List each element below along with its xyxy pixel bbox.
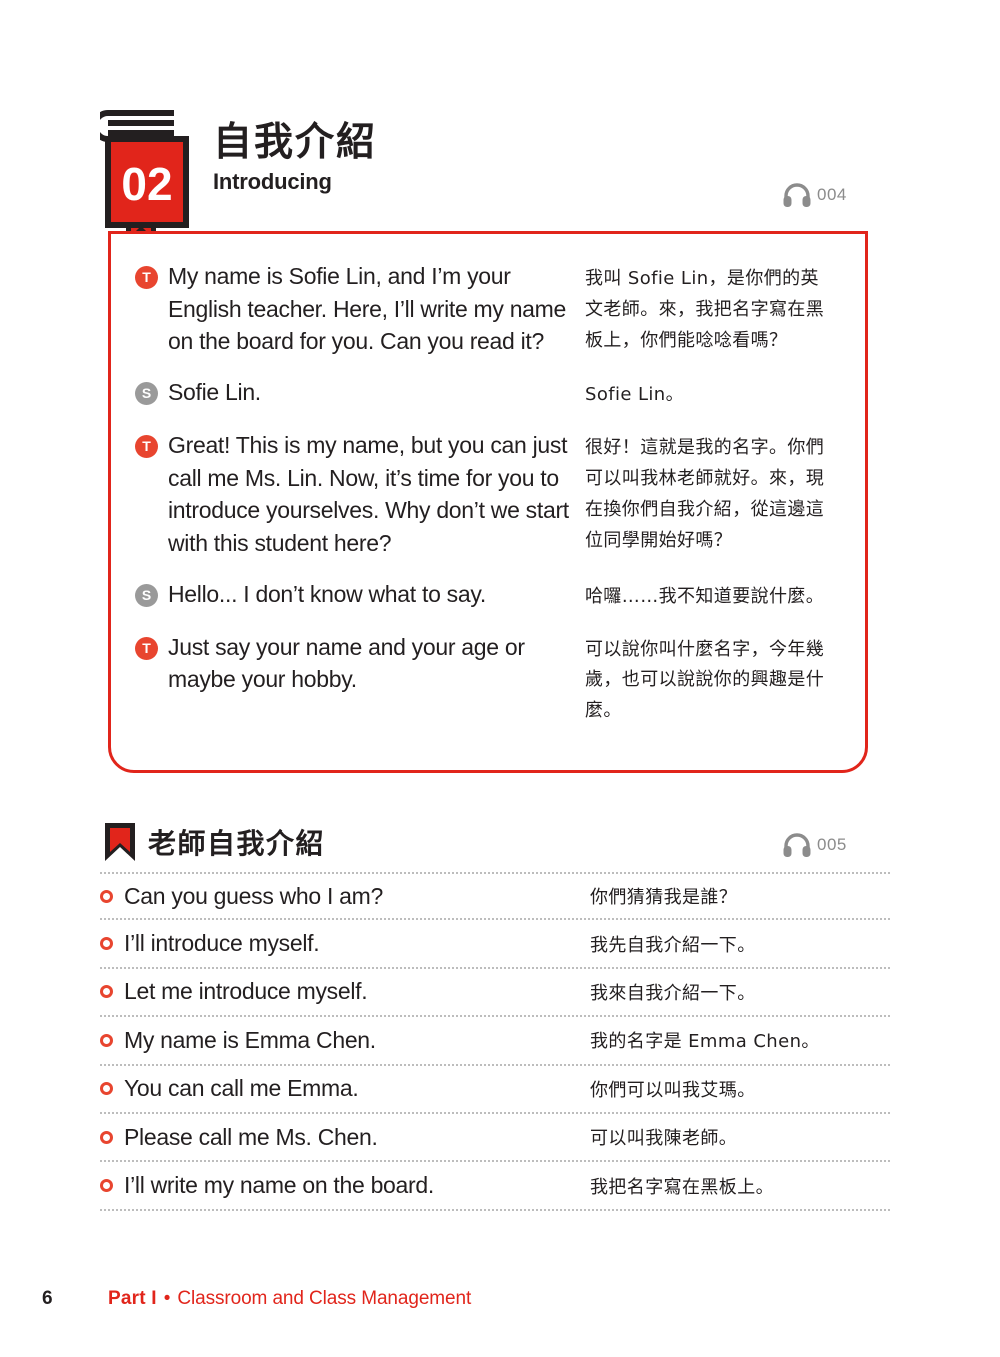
- dialogue-row: S Sofie Lin. Sofie Lin。: [135, 376, 843, 411]
- ring-bullet-icon: [100, 985, 113, 999]
- bookmark-icon: [102, 820, 138, 869]
- speaker-badge-student: S: [135, 381, 158, 405]
- chapter-title-zh: 自我介紹: [213, 120, 378, 165]
- dialogue-english: Just say your name and your age or maybe…: [168, 633, 525, 693]
- section-header: 老師自我介紹: [100, 820, 890, 870]
- page-footer: 6 Part I • Classroom and Class Managemen…: [42, 1288, 471, 1310]
- phrase-english: You can call me Emma.: [124, 1075, 359, 1102]
- footer-part-title: Classroom and Class Management: [177, 1288, 472, 1309]
- document-page: 02 自我介紹 Introducing 004 T My name is Sof…: [0, 0, 1000, 1357]
- ring-bullet-icon: [100, 937, 113, 951]
- dialogue-english: Sofie Lin.: [168, 378, 261, 405]
- footer-separator: •: [163, 1288, 171, 1309]
- headphone-icon: [783, 183, 811, 207]
- headphone-icon: [783, 833, 811, 857]
- chapter-header: 02 自我介紹 Introducing: [92, 105, 890, 248]
- phrase-chinese: 你們猜猜我是誰？: [590, 887, 738, 909]
- footer-page-number: 6: [42, 1288, 53, 1309]
- list-item: Let me introduce myself. 我來自我介紹一下。: [100, 969, 890, 1018]
- list-item: Can you guess who I am? 你們猜猜我是誰？: [100, 872, 890, 921]
- dialogue-row: T Great! This is my name, but you can ju…: [135, 429, 843, 560]
- dialogue-chinese: 可以說你叫什麼名字，今年幾歲，也可以說說你的興趣是什麼。: [585, 638, 825, 722]
- speaker-badge-teacher: T: [135, 434, 158, 458]
- list-item: You can call me Emma. 你們可以叫我艾瑪。: [100, 1066, 890, 1114]
- dialogue-english: Great! This is my name, but you can just…: [168, 431, 569, 556]
- phrase-chinese: 可以叫我陳老師。: [590, 1128, 738, 1150]
- footer-part-label: Part I: [108, 1288, 157, 1309]
- chapter-number-text: 02: [121, 158, 172, 210]
- audio-badge-004[interactable]: 004: [782, 182, 847, 208]
- phrase-english: My name is Emma Chen.: [124, 1026, 376, 1053]
- dialogue-english: Hello... I don’t know what to say.: [168, 580, 486, 607]
- chapter-title-block: 自我介紹 Introducing: [213, 121, 377, 195]
- list-item: I’ll write my name on the board. 我把名字寫在黑…: [100, 1162, 890, 1211]
- dialogue-row: T My name is Sofie Lin, and I’m your Eng…: [135, 260, 843, 358]
- dialogue-english: My name is Sofie Lin, and I’m your Engli…: [168, 263, 567, 355]
- ring-bullet-icon: [100, 1082, 113, 1096]
- ring-bullet-icon: [100, 1033, 113, 1047]
- dialogue-row: S Hello... I don’t know what to say. 哈囉……: [135, 578, 843, 613]
- audio-track-number: 005: [817, 835, 847, 854]
- dialogue-chinese: 我叫 Sofie Lin，是你們的英文老師。來，我把名字寫在黑板上，你們能唸唸看…: [585, 268, 825, 351]
- audio-badge-005[interactable]: 005: [782, 832, 847, 858]
- phrase-chinese: 我把名字寫在黑板上。: [590, 1176, 774, 1198]
- phrase-english: I’ll write my name on the board.: [124, 1172, 434, 1199]
- list-item: I’ll introduce myself. 我先自我介紹一下。: [100, 920, 890, 969]
- speaker-badge-teacher: T: [135, 266, 158, 289]
- dialogue-row: T Just say your name and your age or may…: [135, 631, 843, 728]
- phrase-chinese: 你們可以叫我艾瑪。: [590, 1079, 756, 1101]
- list-item: My name is Emma Chen. 我的名字是 Emma Chen。: [100, 1017, 890, 1066]
- speaker-badge-teacher: T: [135, 636, 158, 660]
- dialogue-list: T My name is Sofie Lin, and I’m your Eng…: [111, 234, 865, 745]
- dialogue-chinese: Sofie Lin。: [585, 383, 685, 405]
- dialogue-box: T My name is Sofie Lin, and I’m your Eng…: [108, 231, 868, 773]
- chapter-title-en: Introducing: [213, 168, 332, 194]
- dialogue-chinese: 哈囉……我不知道要說什麼。: [585, 585, 825, 607]
- section-title: 老師自我介紹: [148, 827, 326, 860]
- dialogue-chinese: 很好！這就是我的名字。你們可以叫我林老師就好。來，現在換你們自我介紹，從這邊這位…: [585, 436, 825, 551]
- list-item: Please call me Ms. Chen. 可以叫我陳老師。: [100, 1114, 890, 1163]
- phrase-chinese: 我的名字是 Emma Chen。: [590, 1031, 820, 1053]
- ring-bullet-icon: [100, 889, 113, 903]
- ring-bullet-icon: [100, 1179, 113, 1193]
- phrase-english: Let me introduce myself.: [124, 978, 368, 1005]
- phrase-english: Please call me Ms. Chen.: [124, 1123, 378, 1150]
- phrase-chinese: 我先自我介紹一下。: [590, 934, 756, 956]
- ring-bullet-icon: [100, 1130, 113, 1144]
- phrase-list: Can you guess who I am? 你們猜猜我是誰？ I’ll in…: [100, 872, 890, 1211]
- audio-track-number: 004: [817, 185, 847, 204]
- phrase-english: I’ll introduce myself.: [124, 930, 320, 957]
- speaker-badge-student: S: [135, 583, 158, 607]
- phrase-chinese: 我來自我介紹一下。: [590, 982, 756, 1004]
- phrase-english: Can you guess who I am?: [124, 882, 384, 909]
